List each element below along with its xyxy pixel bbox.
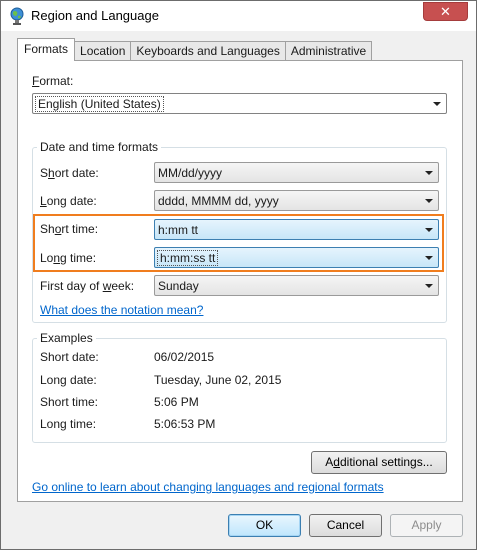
globe-icon	[9, 7, 25, 25]
tab-administrative[interactable]: Administrative	[284, 41, 373, 61]
short-date-label: Short date:	[40, 166, 99, 180]
examples-title: Examples	[37, 331, 96, 345]
long-date-label: Long date:	[40, 194, 97, 208]
close-icon: ✕	[440, 4, 451, 19]
example-long-date-label: Long date:	[40, 373, 97, 387]
first-day-of-week-label: First day of week:	[40, 279, 135, 293]
example-short-date-label: Short date:	[40, 350, 99, 364]
short-time-select[interactable]: h:mm tt	[154, 219, 439, 240]
long-date-select[interactable]: dddd, MMMM dd, yyyy	[154, 190, 439, 211]
window-title: Region and Language	[31, 8, 159, 23]
chevron-down-icon	[433, 102, 441, 106]
chevron-down-icon	[425, 256, 433, 260]
long-time-value: h:mm:ss tt	[157, 250, 219, 266]
example-long-time-value: 5:06:53 PM	[154, 417, 216, 431]
chevron-down-icon	[425, 171, 433, 175]
notation-help-link[interactable]: What does the notation mean?	[40, 303, 203, 317]
cancel-button[interactable]: Cancel	[309, 514, 382, 537]
tab-formats[interactable]: Formats	[17, 38, 76, 61]
short-time-label: Short time:	[40, 222, 99, 236]
tab-location[interactable]: Location	[74, 41, 132, 61]
short-date-select[interactable]: MM/dd/yyyy	[154, 162, 439, 183]
format-value: English (United States)	[35, 96, 164, 112]
short-date-value: MM/dd/yyyy	[158, 166, 223, 180]
short-time-value: h:mm tt	[158, 223, 199, 237]
online-regional-formats-link[interactable]: Go online to learn about changing langua…	[32, 480, 384, 494]
example-long-time-label: Long time:	[40, 417, 97, 431]
example-short-time-label: Short time:	[40, 395, 99, 409]
chevron-down-icon	[425, 199, 433, 203]
chevron-down-icon	[425, 284, 433, 288]
example-short-time-value: 5:06 PM	[154, 395, 199, 409]
example-long-date-value: Tuesday, June 02, 2015	[154, 373, 282, 387]
long-time-select[interactable]: h:mm:ss tt	[154, 247, 439, 268]
ok-button[interactable]: OK	[228, 514, 301, 537]
first-day-of-week-select[interactable]: Sunday	[154, 275, 439, 296]
date-time-formats-title: Date and time formats	[37, 140, 162, 154]
close-button[interactable]: ✕	[423, 2, 468, 21]
long-time-label: Long time:	[40, 251, 97, 265]
additional-settings-button[interactable]: Additional settings...	[311, 451, 447, 474]
title-bar[interactable]: Region and Language ✕	[1, 1, 476, 31]
first-day-value: Sunday	[158, 279, 199, 293]
apply-button[interactable]: Apply	[390, 514, 463, 537]
tab-bar: Formats Location Keyboards and Languages…	[17, 38, 373, 61]
example-short-date-value: 06/02/2015	[154, 350, 215, 364]
chevron-down-icon	[425, 228, 433, 232]
tab-keyboards-and-languages[interactable]: Keyboards and Languages	[130, 41, 286, 61]
format-label: Format:	[32, 74, 74, 88]
long-date-value: dddd, MMMM dd, yyyy	[158, 194, 279, 208]
format-select[interactable]: English (United States)	[32, 93, 447, 114]
region-language-window: Region and Language ✕ Formats Location K…	[0, 0, 477, 550]
